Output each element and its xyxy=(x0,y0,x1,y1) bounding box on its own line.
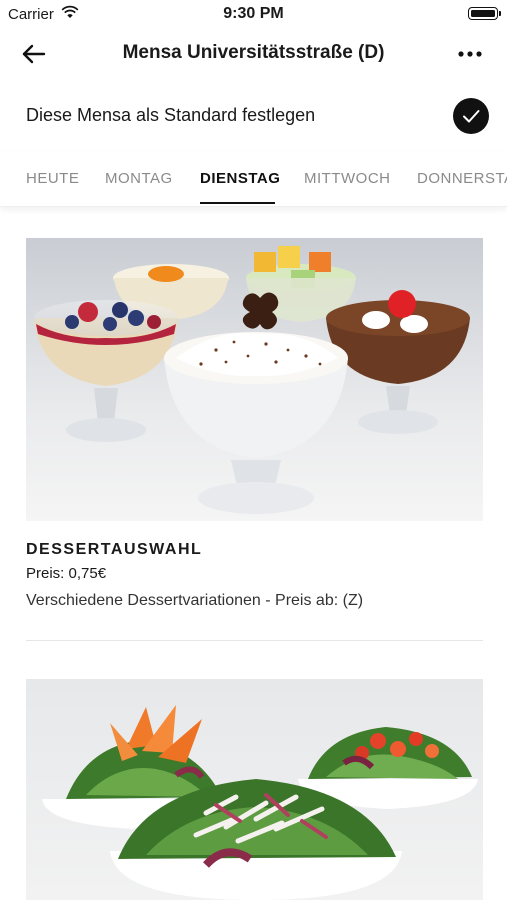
nav-header: Mensa Universitätsstraße (D) xyxy=(0,28,507,80)
more-horizontal-icon[interactable] xyxy=(455,40,485,68)
tab-mittwoch[interactable]: MITTWOCH xyxy=(304,170,390,187)
dish-description: Verschiedene Dessertvariationen - Preis … xyxy=(26,592,364,609)
dish-price: Preis: 0,75€ xyxy=(26,565,107,582)
dish-name: DESSERTAUSWAHL xyxy=(26,541,203,558)
default-mensa-row[interactable]: Diese Mensa als Standard festlegen xyxy=(0,82,507,152)
default-mensa-toggle[interactable] xyxy=(453,98,489,134)
arrow-left-icon[interactable] xyxy=(20,40,48,68)
status-bar: Carrier 9:30 PM xyxy=(0,0,507,28)
page-title: Mensa Universitätsstraße (D) xyxy=(122,42,385,63)
default-mensa-label: Diese Mensa als Standard festlegen xyxy=(26,105,316,125)
day-tabs: HEUTE MONTAG DIENSTAG MITTWOCH DONNERSTA… xyxy=(0,152,507,207)
clock: 9:30 PM xyxy=(223,5,284,22)
tab-montag[interactable]: MONTAG xyxy=(105,170,173,187)
salad-photo[interactable] xyxy=(26,679,483,900)
tab-donnerstag[interactable]: DONNERSTAG xyxy=(417,170,507,187)
tab-dienstag[interactable]: DIENSTAG xyxy=(200,170,280,187)
active-tab-indicator xyxy=(200,202,275,204)
battery-icon xyxy=(468,7,501,20)
divider xyxy=(26,640,483,641)
tab-heute[interactable]: HEUTE xyxy=(26,170,79,187)
checkmark-icon xyxy=(463,110,480,123)
dessert-photo[interactable] xyxy=(26,238,483,521)
